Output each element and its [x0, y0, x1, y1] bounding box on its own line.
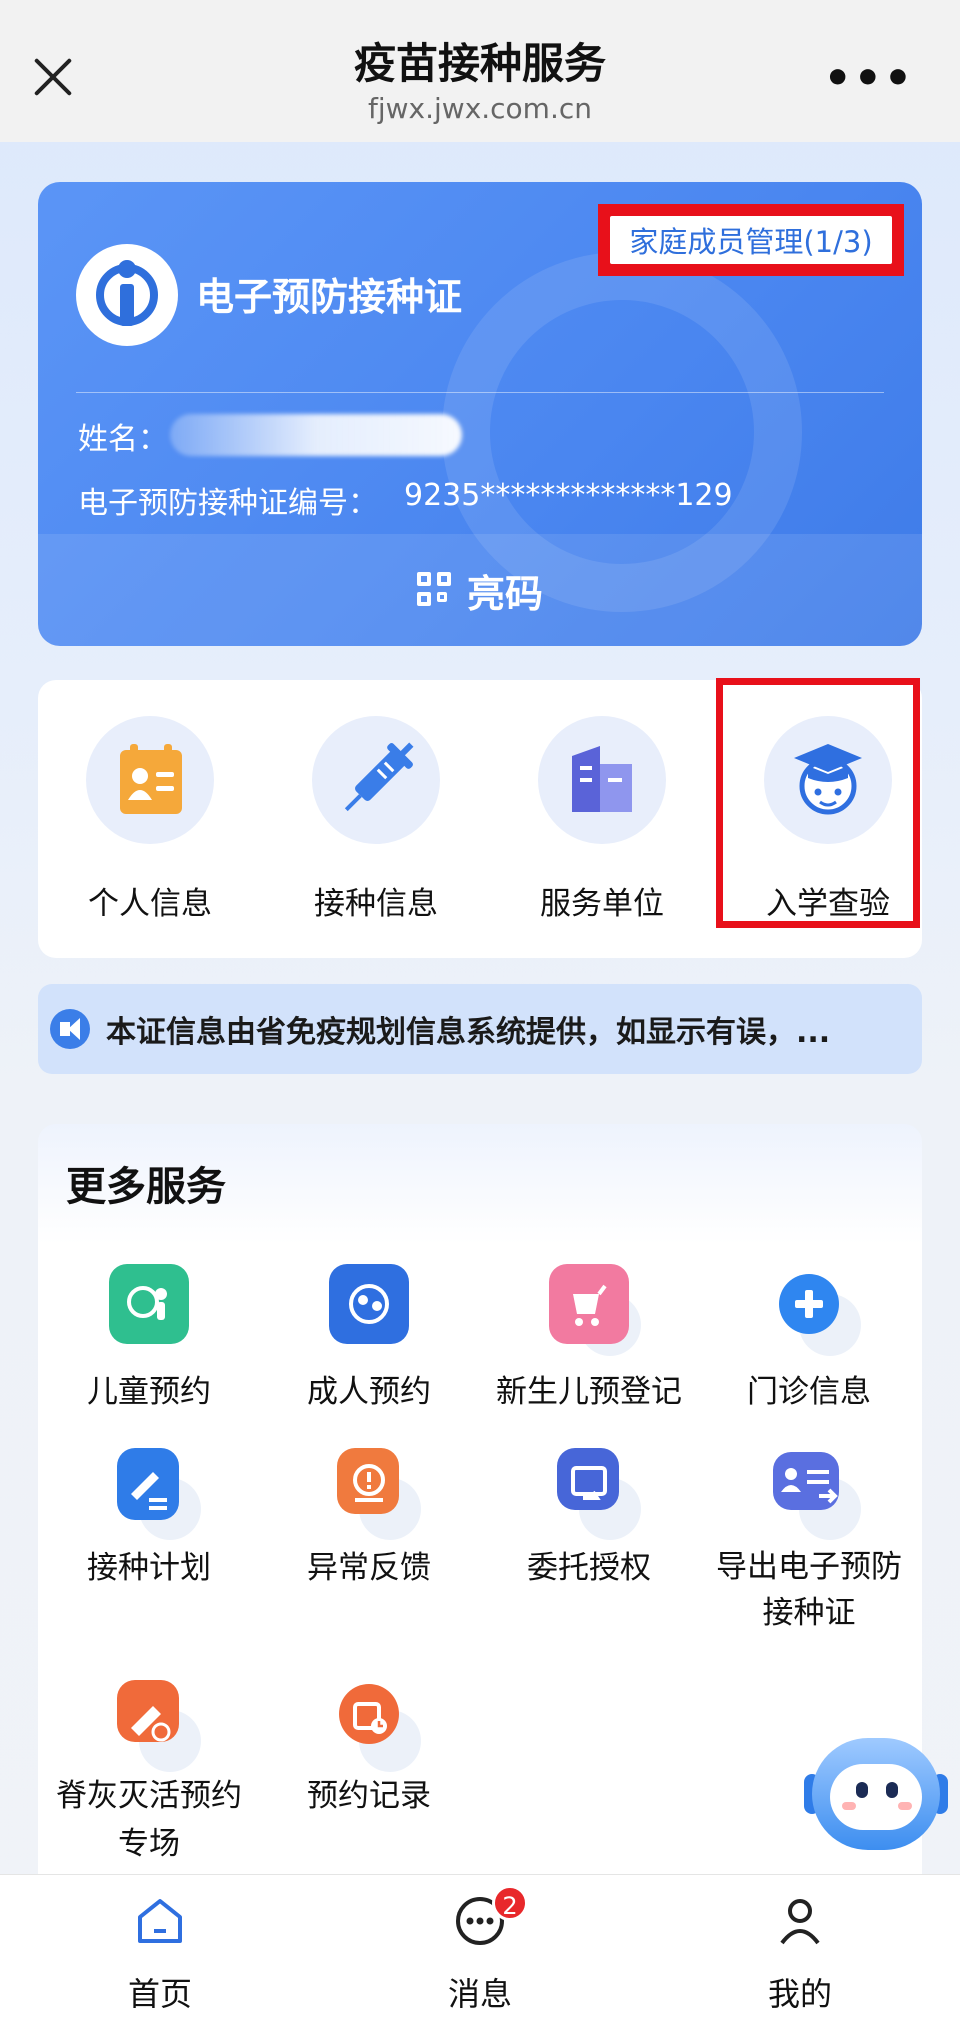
plan-icon — [109, 1448, 201, 1540]
bottom-nav: 首页 2 消息 我的 — [0, 1874, 960, 2020]
stroller-icon — [549, 1264, 641, 1356]
nav-home[interactable]: 首页 — [60, 1875, 260, 2020]
notice-bar[interactable]: 本证信息由省免疫规划信息系统提供，如显示有误，... — [38, 984, 922, 1074]
id-card-icon — [86, 716, 214, 844]
service-label: 预约记录 — [307, 1778, 431, 1814]
nav-profile[interactable]: 我的 — [700, 1875, 900, 2020]
service-clinic-info[interactable]: 门诊信息 — [698, 1264, 920, 1444]
service-label: 委托授权 — [527, 1550, 651, 1586]
service-label: 导出电子预防 接种证 — [698, 1544, 920, 1636]
school-check-highlight — [716, 678, 920, 928]
service-authorization[interactable]: 委托授权 — [478, 1448, 700, 1628]
polio-icon — [109, 1680, 201, 1772]
nav-label: 消息 — [447, 1975, 512, 2013]
export-card-icon — [769, 1448, 861, 1540]
profile-icon — [772, 1893, 828, 1949]
card-id-label: 电子预防接种证编号： — [78, 486, 378, 521]
child-icon — [109, 1264, 189, 1344]
megaphone-icon — [50, 1009, 90, 1049]
page-url: fjwx.jwx.com.cn — [368, 92, 592, 125]
quick-item-vaccination-info[interactable]: 接种信息 — [276, 716, 476, 936]
service-label: 脊灰灭活预约 专场 — [38, 1772, 260, 1868]
home-icon — [132, 1893, 188, 1949]
building-icon — [538, 716, 666, 844]
more-menu-icon[interactable]: ••• — [824, 57, 914, 101]
quick-services: 个人信息 接种信息 服务单位 入学查验 — [38, 678, 922, 958]
service-label: 接种计划 — [87, 1550, 211, 1586]
service-vaccination-plan[interactable]: 接种计划 — [38, 1448, 260, 1628]
service-label-line1: 脊灰灭活预约 — [56, 1778, 242, 1814]
feedback-icon — [329, 1448, 421, 1540]
family-member-highlight: 家庭成员管理(1/3) — [598, 204, 904, 276]
family-member-button[interactable]: 家庭成员管理(1/3) — [610, 216, 892, 264]
service-label: 门诊信息 — [747, 1374, 871, 1410]
assistant-robot-icon[interactable] — [804, 1738, 948, 1854]
service-adult-appointment[interactable]: 成人预约 — [258, 1264, 480, 1444]
service-export-card[interactable]: 导出电子预防 接种证 — [698, 1448, 920, 1631]
service-abnormal-feedback[interactable]: 异常反馈 — [258, 1448, 480, 1628]
quick-label: 服务单位 — [540, 886, 664, 922]
card-divider — [76, 392, 884, 393]
card-title: 电子预防接种证 — [196, 275, 463, 319]
service-label: 异常反馈 — [307, 1550, 431, 1586]
service-child-appointment[interactable]: 儿童预约 — [38, 1264, 260, 1444]
page-title: 疫苗接种服务 — [353, 39, 606, 88]
quick-label: 个人信息 — [88, 886, 212, 922]
service-label-line1: 导出电子预防 — [716, 1549, 902, 1585]
message-badge: 2 — [492, 1885, 528, 1921]
nav-messages[interactable]: 2 消息 — [380, 1875, 580, 2020]
service-label-line2: 专场 — [118, 1826, 180, 1862]
adult-icon — [329, 1264, 409, 1344]
vaccine-logo-icon — [76, 244, 178, 346]
show-code-button[interactable]: 亮码 — [38, 534, 922, 646]
service-label: 儿童预约 — [87, 1374, 211, 1410]
notice-text: 本证信息由省免疫规划信息系统提供，如显示有误，... — [106, 1015, 831, 1050]
section-title: 更多服务 — [66, 1164, 226, 1210]
quick-item-service-unit[interactable]: 服务单位 — [502, 716, 702, 936]
service-newborn-registration[interactable]: 新生儿预登记 — [478, 1264, 700, 1444]
service-label: 成人预约 — [307, 1374, 431, 1410]
name-label: 姓名： — [78, 422, 168, 457]
service-label-line2: 接种证 — [762, 1595, 856, 1631]
header-bar: 疫苗接种服务 fjwx.jwx.com.cn ••• — [0, 0, 960, 142]
service-appointment-records[interactable]: 预约记录 — [258, 1680, 480, 1880]
authorize-icon — [549, 1448, 641, 1540]
service-polio-appointment[interactable]: 脊灰灭活预约 专场 — [38, 1680, 260, 1880]
card-id-value: 9235*************129 — [404, 478, 733, 513]
vaccination-card: 电子预防接种证 家庭成员管理(1/3) 姓名： 电子预防接种证编号： 9235*… — [38, 182, 922, 646]
qr-code-icon — [416, 572, 453, 608]
syringe-icon — [312, 716, 440, 844]
show-code-label: 亮码 — [466, 571, 543, 616]
nav-label: 我的 — [767, 1975, 832, 2013]
clinic-plus-icon — [769, 1264, 861, 1356]
quick-item-personal-info[interactable]: 个人信息 — [50, 716, 250, 936]
name-value-redacted — [170, 414, 462, 456]
records-icon — [329, 1680, 421, 1772]
quick-label: 接种信息 — [314, 886, 438, 922]
service-label: 新生儿预登记 — [496, 1374, 682, 1410]
nav-label: 首页 — [127, 1975, 192, 2013]
